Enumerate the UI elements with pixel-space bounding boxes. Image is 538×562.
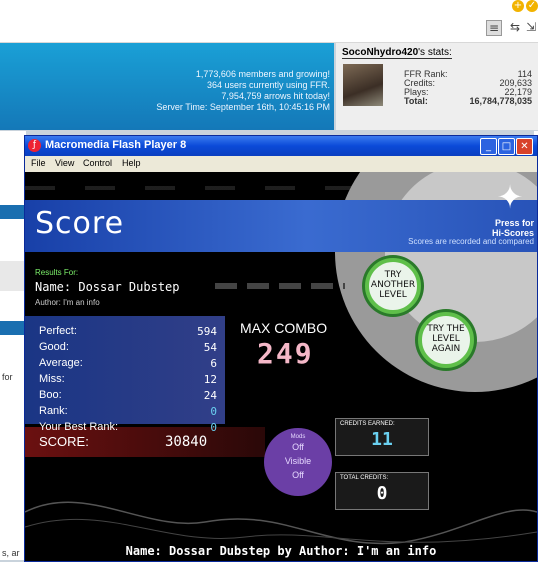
menu-control[interactable]: Control — [83, 158, 112, 168]
members-stat: 1,773,606 members and growing! — [195, 69, 330, 79]
mods-title: Mods — [290, 434, 306, 440]
user-stats-title: SocoNhydro420's stats: — [342, 47, 452, 59]
stats-suffix: 's stats: — [418, 47, 452, 58]
credits-earned-label: CREDITS EARNED: — [340, 421, 395, 427]
arrows-hit-stat: 7,954,759 arrows hit today! — [221, 91, 330, 101]
max-combo-label: MAX COMBO — [240, 320, 328, 336]
stat-label: Perfect: — [39, 325, 77, 337]
stat-label: Your Best Rank: — [39, 421, 119, 433]
stat-label: Average: — [39, 357, 83, 369]
page-text-fragment: for — [2, 372, 13, 382]
song-author: Author: I'm an info — [35, 298, 100, 307]
window-titlebar[interactable]: ƒ Macromedia Flash Player 8 _ □ ✕ — [25, 136, 537, 156]
mods-line-2: Visible — [284, 456, 312, 466]
arrow-mascot-icon: ✦ — [496, 178, 524, 216]
collapse-icon[interactable]: ⇲ — [524, 20, 538, 34]
users-online-stat: 364 users currently using FFR. — [206, 80, 330, 90]
stat-value: 24 — [203, 389, 217, 402]
server-time: Server Time: September 16th, 10:45:16 PM — [156, 102, 330, 112]
stat-value: 0 — [210, 405, 217, 418]
game-stage: Score ✦ Press for Hi-Scores Scores are r… — [25, 172, 537, 561]
close-button[interactable]: ✕ — [516, 138, 533, 155]
stat-value: 0 — [210, 421, 217, 434]
menu-view[interactable]: View — [55, 158, 74, 168]
recorded-note: Scores are recorded and compared — [408, 237, 534, 246]
site-banner: 1,773,606 members and growing! 364 users… — [0, 43, 334, 130]
flash-icon: ƒ — [28, 139, 41, 152]
avatar[interactable] — [343, 64, 383, 106]
username-link[interactable]: SocoNhydro420 — [342, 47, 418, 58]
credits-earned-box: CREDITS EARNED: 11 — [335, 418, 429, 456]
score-label: SCORE: — [39, 434, 89, 449]
try-level-again-button[interactable]: TRY THE LEVEL AGAIN — [418, 312, 474, 368]
flash-player-window: ƒ Macromedia Flash Player 8 _ □ ✕ File V… — [24, 135, 538, 562]
stat-label: Miss: — [39, 373, 65, 385]
check-icon[interactable]: ✓ — [526, 0, 538, 12]
credits-earned-value: 11 — [371, 429, 393, 450]
mods-line-1: Off — [292, 442, 304, 452]
hi-scores-button[interactable]: Press for Hi-Scores — [492, 218, 534, 238]
swap-icon[interactable]: ⇆ — [508, 20, 522, 34]
stat-value: 12 — [203, 373, 217, 386]
background-page-left — [0, 131, 26, 560]
footer-song-info: Name: Dossar Dubstep by Author: I'm an i… — [125, 544, 437, 558]
menu-bar: File View Control Help — [25, 156, 537, 172]
song-name: Name: Dossar Dubstep — [35, 280, 180, 294]
minimize-button[interactable]: _ — [480, 138, 497, 155]
stat-value: 6 — [210, 357, 217, 370]
stat-value: 54 — [203, 341, 217, 354]
try-another-level-button[interactable]: TRY ANOTHER LEVEL — [365, 258, 421, 314]
results-for-label: Results For: — [35, 268, 79, 277]
browser-toolbar: + ✓ ≡ ⇆ ⇲ — [0, 0, 538, 43]
window-title: Macromedia Flash Player 8 — [45, 139, 187, 151]
score-value: 30840 — [165, 434, 208, 450]
stat-value: 594 — [197, 325, 217, 338]
stat-label: Rank: — [39, 405, 68, 417]
max-combo-value: 249 — [257, 337, 314, 370]
stat-row-total: Total: 16,784,778,035 — [404, 96, 532, 106]
menu-help[interactable]: Help — [122, 158, 141, 168]
list-icon[interactable]: ≡ — [486, 20, 502, 36]
page-text-fragment: s, ar — [2, 548, 20, 558]
stat-label: Good: — [39, 341, 69, 353]
menu-file[interactable]: File — [31, 158, 46, 168]
maximize-button[interactable]: □ — [498, 138, 515, 155]
score-title: Score — [35, 206, 125, 241]
stat-label: Boo: — [39, 389, 62, 401]
add-icon[interactable]: + — [512, 0, 524, 12]
